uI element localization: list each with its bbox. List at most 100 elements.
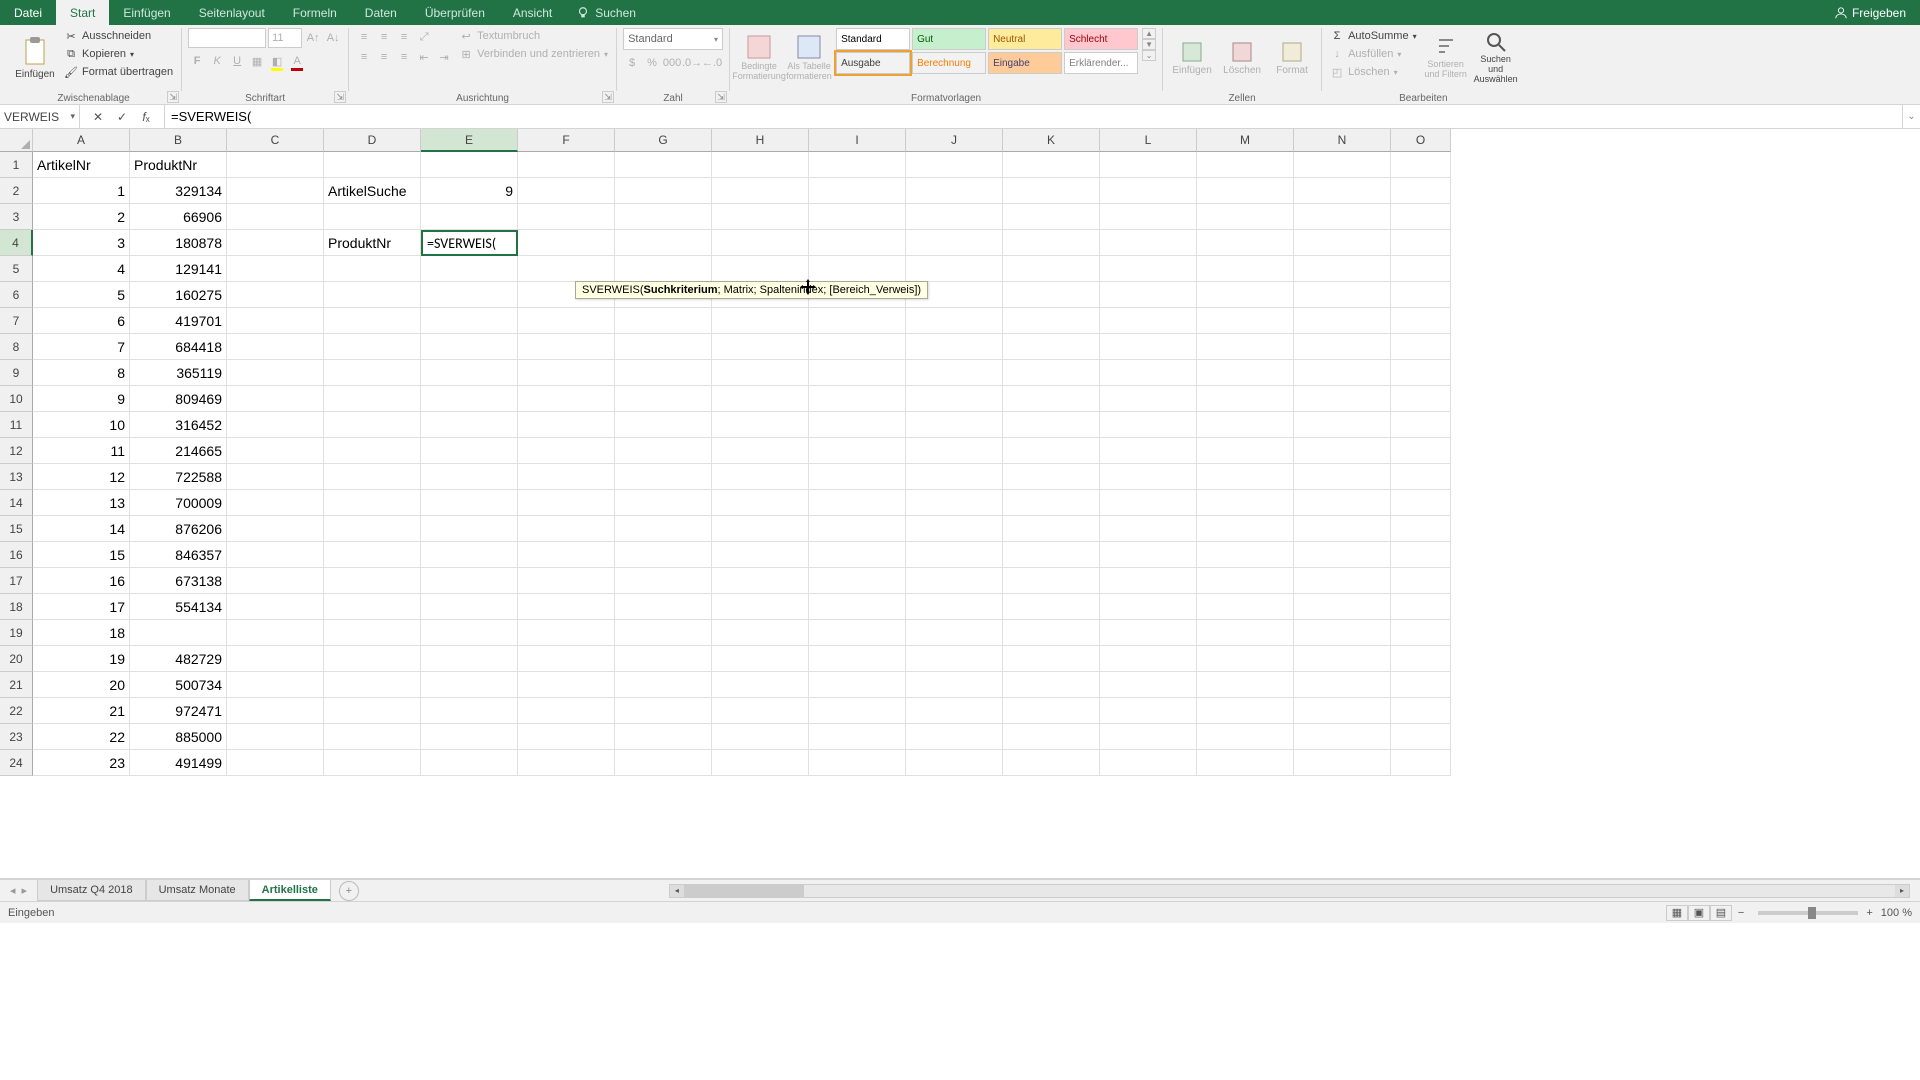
cell[interactable] xyxy=(324,412,421,438)
cell[interactable] xyxy=(1294,620,1391,646)
row-header[interactable]: 8 xyxy=(0,334,33,360)
tab-review[interactable]: Überprüfen xyxy=(411,0,499,25)
cell[interactable] xyxy=(324,282,421,308)
cell[interactable] xyxy=(615,698,712,724)
row-header[interactable]: 22 xyxy=(0,698,33,724)
cell[interactable] xyxy=(615,646,712,672)
row-header[interactable]: 4 xyxy=(0,230,33,256)
add-sheet-button[interactable]: + xyxy=(339,881,359,901)
cell[interactable] xyxy=(227,282,324,308)
cell[interactable]: 214665 xyxy=(130,438,227,464)
cell[interactable] xyxy=(1100,516,1197,542)
cell[interactable] xyxy=(712,204,809,230)
cell[interactable] xyxy=(1391,490,1451,516)
cell[interactable]: 419701 xyxy=(130,308,227,334)
cell[interactable]: 23 xyxy=(33,750,130,776)
cell[interactable] xyxy=(906,750,1003,776)
cell[interactable] xyxy=(906,490,1003,516)
cell[interactable] xyxy=(324,334,421,360)
cell[interactable] xyxy=(421,256,518,282)
cell[interactable] xyxy=(1003,568,1100,594)
row-header[interactable]: 2 xyxy=(0,178,33,204)
cell[interactable]: 19 xyxy=(33,646,130,672)
sheet-tab[interactable]: Artikelliste xyxy=(249,880,331,901)
cell[interactable] xyxy=(130,620,227,646)
cell[interactable] xyxy=(1391,542,1451,568)
row-header[interactable]: 20 xyxy=(0,646,33,672)
tab-insert[interactable]: Einfügen xyxy=(109,0,184,25)
cell[interactable] xyxy=(906,542,1003,568)
fill-button[interactable]: ↓Ausfüllen ▾ xyxy=(1328,46,1419,62)
cell[interactable] xyxy=(1197,464,1294,490)
column-header[interactable]: J xyxy=(906,129,1003,152)
cell[interactable] xyxy=(421,360,518,386)
cell[interactable] xyxy=(809,750,906,776)
decrease-font-button[interactable]: A↓ xyxy=(324,29,342,47)
row-header[interactable]: 21 xyxy=(0,672,33,698)
cell-style-option[interactable]: Standard xyxy=(836,28,910,50)
cell[interactable] xyxy=(615,308,712,334)
cell[interactable] xyxy=(421,438,518,464)
cell[interactable] xyxy=(615,152,712,178)
cell[interactable] xyxy=(1100,568,1197,594)
align-left-button[interactable]: ≡ xyxy=(355,48,373,66)
cell[interactable] xyxy=(227,412,324,438)
column-header[interactable]: F xyxy=(518,129,615,152)
gallery-more[interactable]: ⌄ xyxy=(1142,50,1156,61)
cell[interactable]: 972471 xyxy=(130,698,227,724)
cell[interactable] xyxy=(1294,152,1391,178)
cell[interactable] xyxy=(1294,516,1391,542)
worksheet[interactable]: ABCDEFGHIJKLMNO1ArtikelNrProduktNr213291… xyxy=(0,129,1920,879)
clear-button[interactable]: ◰Löschen ▾ xyxy=(1328,64,1419,80)
cell[interactable] xyxy=(324,152,421,178)
cell-styles-gallery[interactable]: StandardGutNeutralSchlechtAusgabeBerechn… xyxy=(836,28,1138,74)
column-header[interactable]: N xyxy=(1294,129,1391,152)
cell[interactable]: 66906 xyxy=(130,204,227,230)
cell[interactable] xyxy=(1391,724,1451,750)
cell[interactable]: 700009 xyxy=(130,490,227,516)
cell[interactable] xyxy=(1197,204,1294,230)
row-header[interactable]: 23 xyxy=(0,724,33,750)
cell[interactable] xyxy=(712,750,809,776)
cell[interactable]: 684418 xyxy=(130,334,227,360)
enter-formula-button[interactable]: ✓ xyxy=(114,110,130,124)
cell[interactable] xyxy=(1294,204,1391,230)
cell[interactable] xyxy=(1391,386,1451,412)
cell[interactable] xyxy=(1197,724,1294,750)
cell[interactable] xyxy=(712,152,809,178)
cell[interactable]: 11 xyxy=(33,438,130,464)
cell[interactable] xyxy=(712,438,809,464)
cell[interactable]: ArtikelNr xyxy=(33,152,130,178)
cell[interactable] xyxy=(421,412,518,438)
cell[interactable] xyxy=(1100,594,1197,620)
cell[interactable] xyxy=(518,386,615,412)
cell[interactable] xyxy=(809,646,906,672)
view-page-layout-button[interactable]: ▣ xyxy=(1688,905,1710,921)
cell[interactable] xyxy=(906,334,1003,360)
column-header[interactable]: I xyxy=(809,129,906,152)
cell[interactable] xyxy=(1294,542,1391,568)
cell[interactable] xyxy=(1003,698,1100,724)
cell[interactable] xyxy=(421,620,518,646)
currency-button[interactable]: $ xyxy=(623,54,641,72)
cell[interactable] xyxy=(809,698,906,724)
cell[interactable] xyxy=(1294,698,1391,724)
cell[interactable] xyxy=(1391,334,1451,360)
cell[interactable] xyxy=(1391,178,1451,204)
cell[interactable] xyxy=(1197,672,1294,698)
tab-data[interactable]: Daten xyxy=(351,0,411,25)
cell[interactable] xyxy=(809,724,906,750)
cell[interactable] xyxy=(1197,282,1294,308)
cell[interactable] xyxy=(227,568,324,594)
cell[interactable] xyxy=(906,204,1003,230)
copy-button[interactable]: ⧉Kopieren ▾ xyxy=(62,46,175,62)
cell[interactable] xyxy=(518,334,615,360)
cell[interactable] xyxy=(518,516,615,542)
cell[interactable] xyxy=(809,568,906,594)
cell[interactable] xyxy=(421,542,518,568)
border-button[interactable]: ▦ xyxy=(248,52,266,70)
cell[interactable] xyxy=(1100,282,1197,308)
row-header[interactable]: 3 xyxy=(0,204,33,230)
cell[interactable] xyxy=(1003,672,1100,698)
cell[interactable] xyxy=(712,256,809,282)
